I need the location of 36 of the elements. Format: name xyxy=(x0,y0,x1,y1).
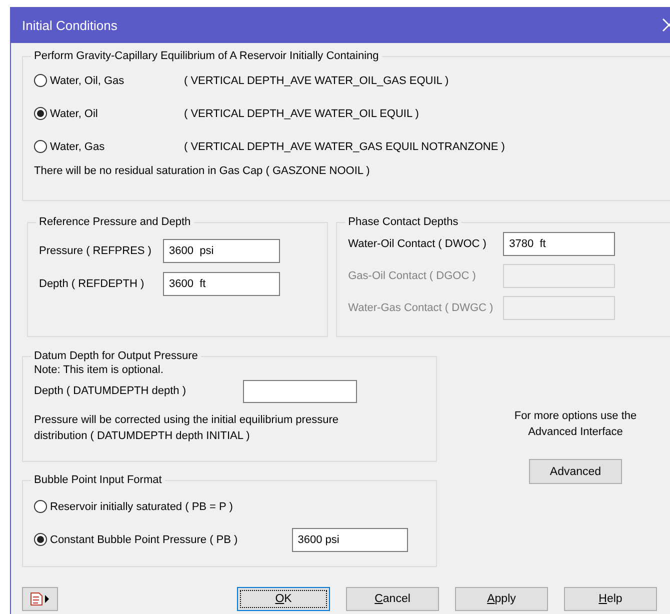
window-title: Initial Conditions xyxy=(22,18,118,32)
field-label: Gas-Oil Contact ( DGOC ) xyxy=(348,270,477,282)
note-text: There will be no residual saturation in Gas Cap ( GASZONE NOOIL ) xyxy=(34,165,371,177)
group-title: Perform Gravity-Capillary Equilibrium of A Reservoir Initially Containing xyxy=(33,50,380,62)
dialog-button[interactable]: Help xyxy=(564,587,657,611)
document-arrow-icon xyxy=(29,591,51,607)
field-label: Water-Oil Contact ( DWOC ) xyxy=(348,238,488,250)
keyword-label: ( VERTICAL DEPTH_AVE WATER_OIL EQUIL ) xyxy=(184,108,419,120)
group-title: Phase Contact Depths xyxy=(347,216,460,228)
input-field[interactable]: 3780 ft xyxy=(503,232,616,256)
input-field[interactable]: 3600 psi xyxy=(292,528,408,552)
hint-text: For more options use the Advanced Interface xyxy=(513,409,638,440)
field-label: Depth ( DATUMDEPTH depth ) xyxy=(34,385,188,397)
input-field[interactable] xyxy=(243,380,357,402)
group-title: Datum Depth for Output Pressure xyxy=(33,350,199,362)
dialog-button[interactable]: Cancel xyxy=(346,587,439,611)
group-title: Bubble Point Input Format xyxy=(33,474,163,486)
keyword-label: ( VERTICAL DEPTH_AVE WATER_OIL_GAS EQUIL ) xyxy=(184,74,449,86)
radio-option[interactable]: Constant Bubble Point Pressure ( PB ) xyxy=(34,523,238,556)
menu-button[interactable] xyxy=(22,587,58,611)
group-title: Reference Pressure and Depth xyxy=(38,216,192,228)
dialog-button[interactable]: OK xyxy=(237,587,330,611)
description-text: Pressure will be corrected using the initial equilibrium pressure distribution ( DATUMDEPTH depth INITIAL ) xyxy=(34,413,340,444)
note-text: Note: This item is optional. xyxy=(34,364,164,376)
radio-option[interactable]: Water, Gas xyxy=(34,140,184,153)
dialog-button[interactable]: Apply xyxy=(455,587,548,611)
field-label: Water-Gas Contact ( DWGC ) xyxy=(348,302,494,314)
radio-option[interactable]: Reservoir initially saturated ( PB = P ) xyxy=(34,490,233,523)
input-field[interactable]: 3600 psi xyxy=(163,238,280,262)
advanced-button[interactable]: Advanced xyxy=(529,459,622,484)
radio-option[interactable]: Water, Oil xyxy=(34,107,184,120)
field-label: Depth ( REFDEPTH ) xyxy=(39,278,146,290)
input-field[interactable]: 3600 ft xyxy=(163,272,280,296)
radio-option[interactable]: Water, Oil, Gas xyxy=(34,74,184,87)
keyword-label: ( VERTICAL DEPTH_AVE WATER_GAS EQUIL NOTRANZONE ) xyxy=(184,140,505,152)
field-label: Pressure ( REFPRES ) xyxy=(39,244,152,256)
